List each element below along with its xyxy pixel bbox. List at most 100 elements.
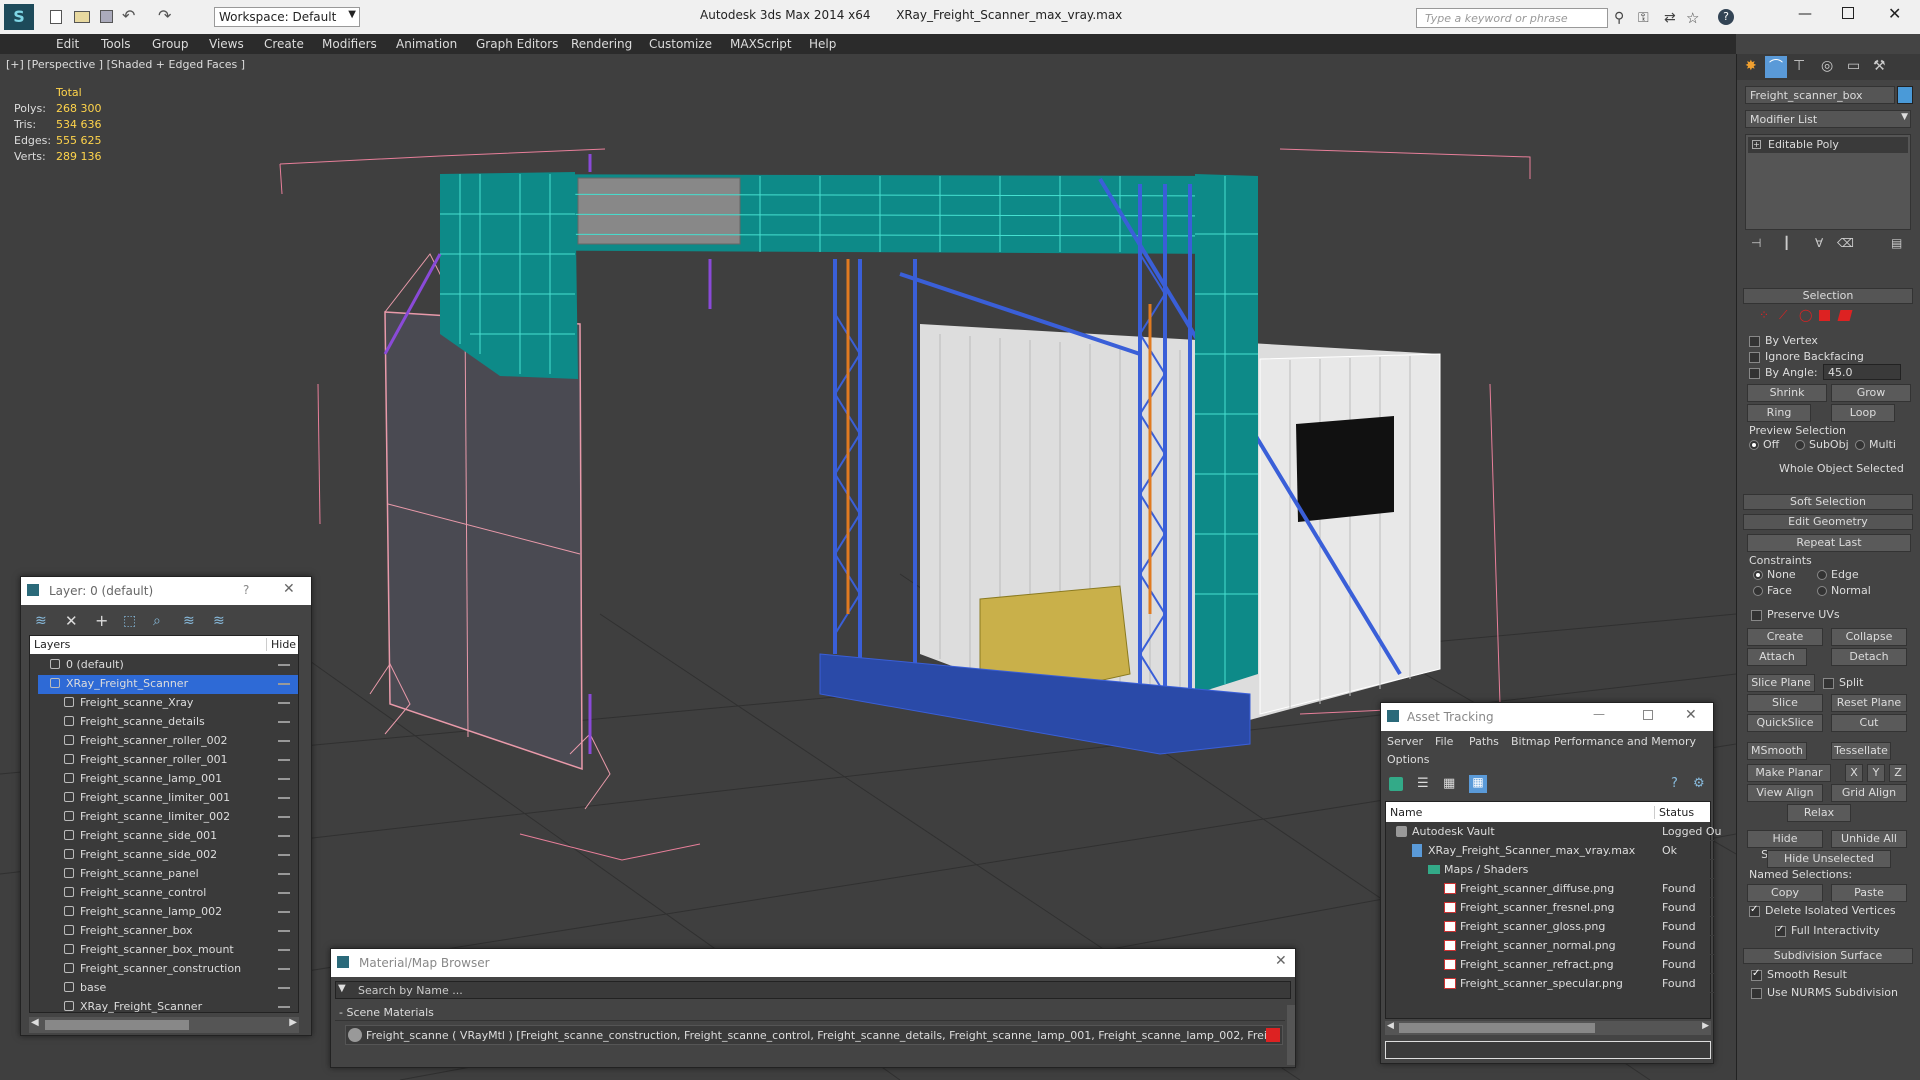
make-unique-icon[interactable]: ∀	[1815, 236, 1823, 250]
attach-button[interactable]: Attach	[1747, 648, 1807, 666]
pin-stack-icon[interactable]: ⊣	[1751, 236, 1761, 250]
layer-row[interactable]: Freight_scanne_limiter_002	[38, 808, 298, 827]
layer-row[interactable]: Freight_scanne_side_001	[38, 827, 298, 846]
smooth-result-checkbox[interactable]	[1751, 968, 1762, 981]
workspace-dropdown[interactable]: Workspace: Default ▼	[214, 7, 360, 27]
slice-button[interactable]: Slice	[1747, 694, 1823, 712]
undo-icon[interactable]: ↶	[122, 6, 135, 25]
menu-create[interactable]: Create	[264, 37, 304, 51]
layer-manager-titlebar[interactable]: Layer: 0 (default) ? ✕	[21, 577, 311, 605]
modifier-list-dropdown[interactable]: Modifier List ▼	[1745, 110, 1911, 128]
hierarchy-tab-icon[interactable]: ⊤	[1793, 58, 1805, 74]
planar-z-button[interactable]: Z	[1889, 764, 1907, 782]
preview-multi-radio[interactable]	[1855, 440, 1865, 450]
scene-materials-group[interactable]: - Scene Materials	[335, 1003, 1285, 1021]
asset-row[interactable]: Freight_scanner_gloss.png Found	[1392, 917, 1714, 936]
asset-row[interactable]: Autodesk Vault Logged Ou	[1392, 822, 1722, 841]
menu-tools[interactable]: Tools	[101, 37, 131, 51]
layer-row[interactable]: XRay_Freight_Scanner	[38, 998, 298, 1017]
menu-help[interactable]: Help	[809, 37, 836, 51]
refresh-icon[interactable]	[1389, 777, 1403, 791]
binoculars-icon[interactable]: ⚲	[1614, 10, 1624, 26]
relax-button[interactable]: Relax	[1787, 804, 1851, 822]
layer-row[interactable]: Freight_scanne_limiter_001	[38, 789, 298, 808]
preview-subobj-radio[interactable]	[1795, 440, 1805, 450]
create-layer-icon[interactable]: ≋	[35, 613, 47, 629]
star-icon[interactable]: ☆	[1686, 9, 1699, 27]
reset-plane-button[interactable]: Reset Plane	[1831, 694, 1907, 712]
border-icon[interactable]: ◯	[1799, 308, 1812, 322]
cut-button[interactable]: Cut	[1831, 714, 1907, 732]
layer-row[interactable]: Freight_scanne_lamp_001	[38, 770, 298, 789]
by-angle-checkbox[interactable]	[1749, 368, 1760, 379]
scroll-left-icon[interactable]: ◀	[31, 1017, 39, 1028]
rollout-soft-selection[interactable]: Soft Selection	[1743, 494, 1913, 510]
asset-row[interactable]: Freight_scanner_fresnel.png Found	[1392, 898, 1714, 917]
detach-button[interactable]: Detach	[1831, 648, 1907, 666]
split-checkbox[interactable]	[1823, 678, 1834, 689]
delete-isolated-checkbox[interactable]	[1749, 904, 1760, 917]
create-tab-icon[interactable]: ✸	[1745, 58, 1757, 74]
stack-item[interactable]: + Editable Poly	[1748, 137, 1908, 153]
menu-modifiers[interactable]: Modifiers	[322, 37, 377, 51]
motion-tab-icon[interactable]: ◎	[1821, 58, 1833, 74]
grid-align-button[interactable]: Grid Align	[1831, 784, 1907, 802]
hide-toggle[interactable]	[278, 721, 290, 723]
minimize-icon[interactable]: —	[1593, 707, 1605, 721]
menu-server[interactable]: Server	[1387, 735, 1423, 748]
object-color-swatch[interactable]	[1897, 86, 1913, 104]
column-name[interactable]: Name	[1390, 806, 1422, 819]
layer-row[interactable]: base	[38, 979, 298, 998]
grow-button[interactable]: Grow	[1831, 384, 1911, 402]
hide-toggle[interactable]	[278, 816, 290, 818]
hide-toggle[interactable]	[278, 740, 290, 742]
delete-layer-icon[interactable]: ✕	[65, 612, 78, 630]
hide-toggle[interactable]	[278, 664, 290, 666]
msmooth-button[interactable]: MSmooth	[1747, 742, 1807, 760]
preserve-uvs-checkbox[interactable]	[1751, 610, 1762, 621]
hide-toggle[interactable]	[278, 759, 290, 761]
help-icon[interactable]: ?	[1718, 9, 1734, 25]
asset-row[interactable]: Freight_scanner_normal.png Found	[1392, 936, 1714, 955]
layer-row[interactable]: XRay_Freight_Scanner	[38, 675, 298, 694]
hide-unselected-button[interactable]: Hide Unselected	[1767, 850, 1891, 868]
plus-box-icon[interactable]: +	[1752, 140, 1761, 149]
constraint-edge-radio[interactable]	[1817, 570, 1827, 580]
scroll-thumb[interactable]	[1399, 1023, 1595, 1033]
modify-tab-icon[interactable]: ⌒	[1765, 56, 1787, 78]
hide-toggle[interactable]	[278, 835, 290, 837]
column-status[interactable]: Status	[1654, 806, 1694, 819]
menu-animation[interactable]: Animation	[396, 37, 457, 51]
layer-row[interactable]: Freight_scanner_construction	[38, 960, 298, 979]
hide-toggle[interactable]	[278, 911, 290, 913]
constraint-face-radio[interactable]	[1753, 586, 1763, 596]
asset-scrollbar[interactable]: ◀ ▶	[1385, 1021, 1711, 1035]
polygon-icon[interactable]	[1819, 310, 1830, 321]
collapse-button[interactable]: Collapse	[1831, 628, 1907, 646]
remove-modifier-icon[interactable]: ⌫	[1837, 236, 1854, 250]
layer-row[interactable]: Freight_scanne_panel	[38, 865, 298, 884]
layer-row[interactable]: Freight_scanne_details	[38, 713, 298, 732]
by-vertex-checkbox[interactable]	[1749, 336, 1760, 347]
menu-bitmap-performance[interactable]: Bitmap Performance and Memory	[1511, 735, 1696, 748]
copy-button[interactable]: Copy	[1747, 884, 1823, 902]
menu-file[interactable]: File	[1435, 735, 1453, 748]
table-view-icon[interactable]: ▦	[1443, 776, 1455, 791]
layer-row[interactable]: Freight_scanne_control	[38, 884, 298, 903]
scroll-right-icon[interactable]: ▶	[289, 1017, 297, 1028]
material-scrollbar[interactable]	[1287, 1005, 1295, 1065]
make-planar-button[interactable]: Make Planar	[1747, 764, 1831, 782]
constraint-none-radio[interactable]	[1753, 570, 1763, 580]
save-file-icon[interactable]	[100, 10, 113, 23]
menu-options[interactable]: Options	[1387, 753, 1429, 766]
display-tab-icon[interactable]: ▭	[1847, 58, 1860, 74]
full-interactivity-checkbox[interactable]	[1775, 924, 1786, 937]
asset-row[interactable]: Freight_scanner_diffuse.png Found	[1392, 879, 1714, 898]
dropdown-arrow-icon[interactable]: ▼	[338, 983, 346, 994]
layer-row[interactable]: Freight_scanner_box_mount	[38, 941, 298, 960]
minimize-button[interactable]: —	[1798, 6, 1812, 22]
hide-toggle[interactable]	[278, 987, 290, 989]
use-nurms-checkbox[interactable]	[1751, 988, 1762, 999]
hide-toggle[interactable]	[278, 968, 290, 970]
tessellate-button[interactable]: Tessellate	[1831, 742, 1891, 760]
